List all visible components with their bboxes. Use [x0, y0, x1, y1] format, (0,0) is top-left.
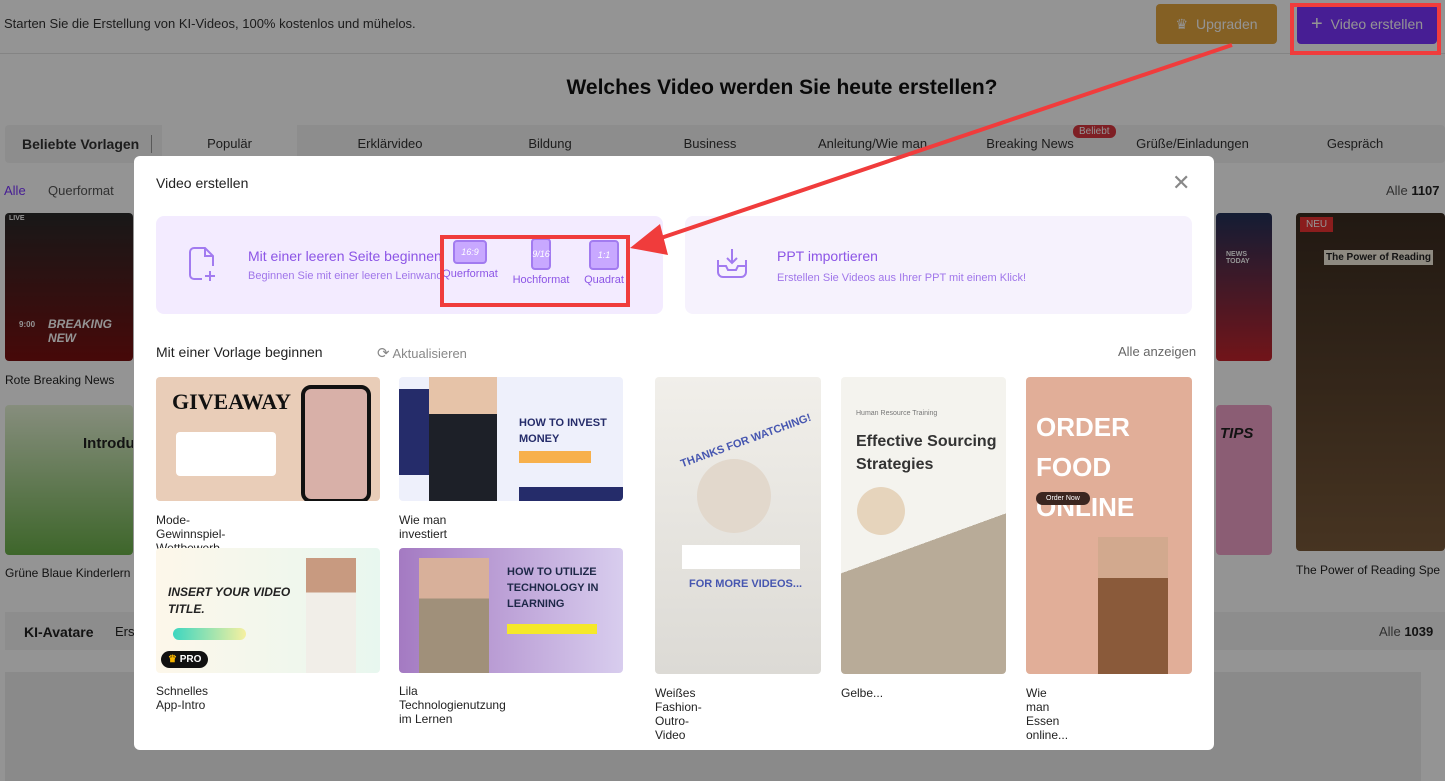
blank-subtitle: Beginnen Sie mit einer leeren Leinwand [248, 270, 443, 282]
ppt-title: PPT importieren [777, 248, 878, 264]
blank-title: Mit einer leeren Seite beginnen [248, 248, 442, 264]
pro-badge: ♛ PRO [161, 651, 209, 668]
import-icon [717, 249, 747, 278]
create-video-modal: Video erstellen ✕ Mit einer leeren Seite… [134, 156, 1214, 750]
new-file-icon [189, 247, 215, 281]
modal-title: Video erstellen [156, 175, 249, 191]
ppt-import-option[interactable]: PPT importieren Erstellen Sie Videos aus… [685, 216, 1192, 314]
annotation-box [1290, 3, 1441, 55]
show-all-link[interactable]: Alle anzeigen [1118, 344, 1196, 359]
close-icon[interactable]: ✕ [1172, 172, 1190, 194]
templates-heading: Mit einer Vorlage beginnen [156, 344, 323, 360]
refresh-button[interactable]: ⟳ Aktualisieren [377, 344, 467, 362]
annotation-box [440, 235, 630, 307]
ppt-subtitle: Erstellen Sie Videos aus Ihrer PPT mit e… [777, 272, 1027, 284]
refresh-icon: ⟳ [377, 345, 390, 362]
